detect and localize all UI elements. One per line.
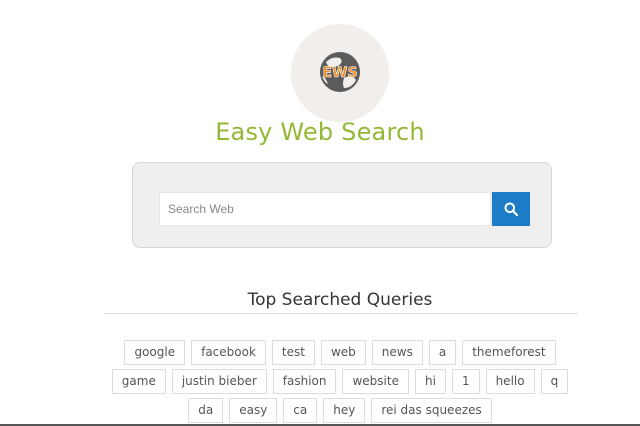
- query-tag[interactable]: da: [188, 398, 224, 423]
- site-logo[interactable]: EWS: [291, 24, 389, 122]
- query-tag[interactable]: hello: [485, 369, 535, 394]
- query-tag[interactable]: justin bieber: [171, 369, 267, 394]
- query-tag[interactable]: hi: [414, 369, 446, 394]
- section-title: Top Searched Queries: [247, 290, 433, 310]
- logo-text: EWS: [322, 65, 357, 81]
- query-tag[interactable]: hey: [323, 398, 366, 423]
- query-tag[interactable]: web: [320, 340, 366, 365]
- site-title[interactable]: Easy Web Search: [0, 118, 640, 146]
- query-tag[interactable]: news: [371, 340, 423, 365]
- query-tag[interactable]: easy: [229, 398, 278, 423]
- search-button[interactable]: [492, 192, 530, 226]
- divider: [105, 313, 578, 314]
- query-tag[interactable]: test: [271, 340, 315, 365]
- query-tag[interactable]: fashion: [272, 369, 337, 394]
- query-tag[interactable]: website: [342, 369, 409, 394]
- globe-icon: EWS: [320, 52, 360, 92]
- query-tag[interactable]: q: [540, 369, 569, 394]
- query-tag[interactable]: game: [111, 369, 166, 394]
- query-tag[interactable]: ca: [283, 398, 318, 423]
- query-tag[interactable]: google: [124, 340, 186, 365]
- query-tag[interactable]: themeforest: [462, 340, 556, 365]
- query-tag[interactable]: a: [428, 340, 457, 365]
- search-input[interactable]: [159, 192, 491, 226]
- search-panel: [132, 162, 552, 248]
- query-tag-list: google facebook test web news a themeforest gam…: [100, 340, 580, 423]
- query-tag[interactable]: facebook: [191, 340, 266, 365]
- query-tag[interactable]: rei das squeezes: [371, 398, 492, 423]
- search-icon: [504, 202, 518, 216]
- query-tag[interactable]: 1: [451, 369, 480, 394]
